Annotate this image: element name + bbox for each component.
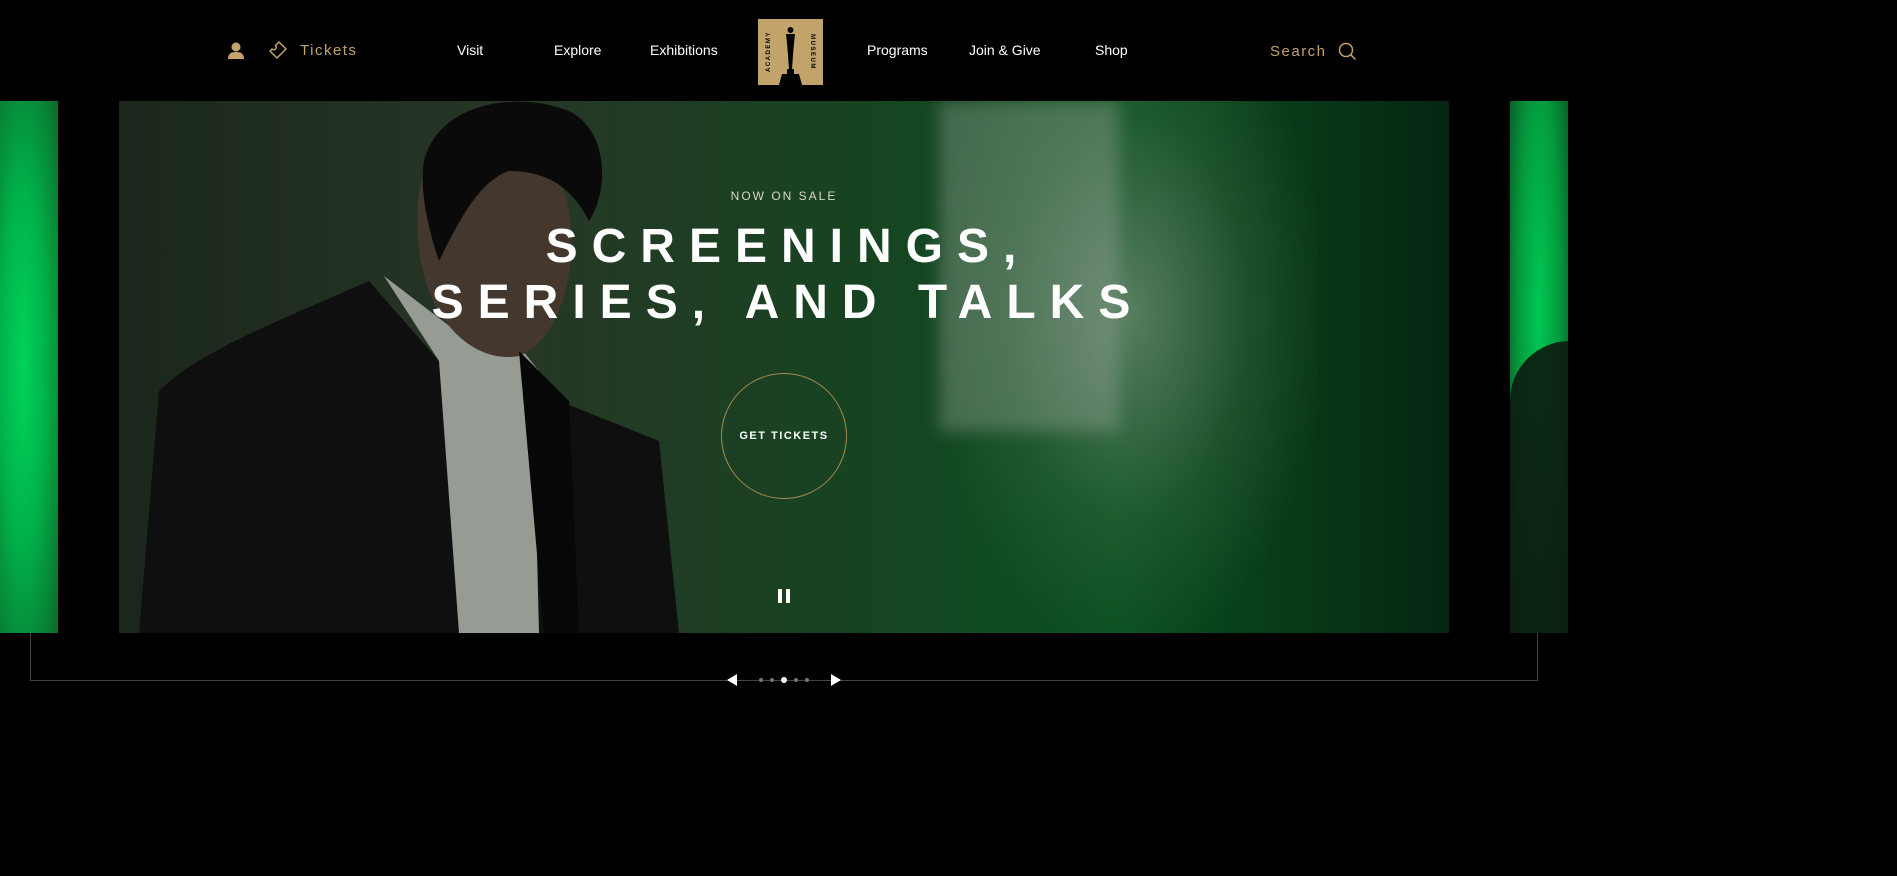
- nav-item-shop[interactable]: Shop: [1095, 42, 1128, 58]
- nav-item-join-give[interactable]: Join & Give: [969, 42, 1041, 58]
- carousel-dot[interactable]: [770, 678, 774, 682]
- hero-title: SCREENINGS, SERIES, AND TALKS: [119, 219, 1449, 331]
- carousel-prev-button[interactable]: [723, 671, 741, 689]
- pause-bar-left: [778, 589, 782, 603]
- carousel-dot[interactable]: [781, 677, 787, 683]
- nav-item-explore[interactable]: Explore: [554, 42, 601, 58]
- hero-overlay: [119, 101, 1449, 633]
- get-tickets-label: GET TICKETS: [739, 430, 829, 442]
- carousel-dot[interactable]: [759, 678, 763, 682]
- carousel-controls: [0, 671, 1568, 689]
- ticket-icon: [269, 41, 287, 59]
- nav-item-visit[interactable]: Visit: [457, 42, 483, 58]
- hero-eyebrow: NOW ON SALE: [730, 189, 838, 203]
- search-label: Search: [1270, 42, 1327, 60]
- nav-item-programs[interactable]: Programs: [867, 42, 928, 58]
- user-icon[interactable]: [227, 41, 245, 59]
- academy-museum-logo[interactable]: ACADEMY MUSEUM: [758, 19, 823, 85]
- carousel-dot[interactable]: [794, 678, 798, 682]
- oscar-statuette-icon: [779, 27, 802, 85]
- search-button[interactable]: Search: [1270, 41, 1357, 61]
- get-tickets-button[interactable]: GET TICKETS: [721, 373, 847, 499]
- carousel-previous-slide-peek[interactable]: [0, 101, 58, 633]
- pause-bar-right: [786, 589, 790, 603]
- hero-slide: NOW ON SALE SCREENINGS, SERIES, AND TALK…: [119, 101, 1449, 633]
- arrow-right-icon: [831, 674, 841, 686]
- slide-peek-figure: [1510, 341, 1568, 633]
- carousel-dot[interactable]: [805, 678, 809, 682]
- search-icon: [1338, 42, 1356, 60]
- hero-title-line-1: SCREENINGS,: [545, 220, 1031, 273]
- carousel-next-slide-peek[interactable]: [1510, 101, 1568, 633]
- tickets-link[interactable]: Tickets: [268, 40, 357, 60]
- nav-item-exhibitions[interactable]: Exhibitions: [650, 42, 718, 58]
- hero-title-line-2: SERIES, AND TALKS: [431, 276, 1145, 329]
- carousel-dots: [759, 677, 809, 683]
- carousel-next-button[interactable]: [827, 671, 845, 689]
- pause-icon[interactable]: [778, 589, 792, 603]
- arrow-left-icon: [727, 674, 737, 686]
- tickets-label: Tickets: [300, 41, 358, 59]
- site-header: Tickets Visit Explore Exhibitions ACADEM…: [0, 0, 1568, 101]
